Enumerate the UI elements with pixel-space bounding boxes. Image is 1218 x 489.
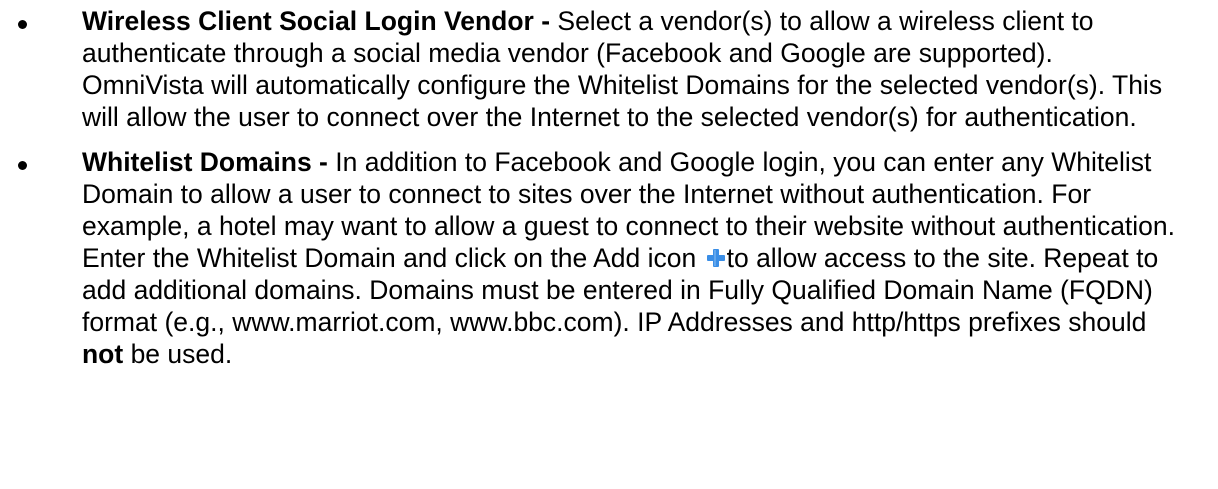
bullet-icon [18, 161, 27, 170]
emphasis-not: not [82, 339, 124, 369]
document-page: Wireless Client Social Login Vendor - Se… [0, 0, 1218, 489]
term-social-login-vendor: Wireless Client Social Login Vendor - [82, 6, 551, 36]
description-whitelist-domains-end: be used. [123, 339, 233, 369]
add-plus-icon [706, 248, 726, 268]
list-item-social-login-vendor: Wireless Client Social Login Vendor - Se… [0, 0, 1218, 133]
term-whitelist-domains: Whitelist Domains - [82, 147, 328, 177]
bullet-icon [18, 20, 27, 29]
list-item-whitelist-domains: Whitelist Domains - In addition to Faceb… [0, 146, 1218, 370]
bullet-list: Wireless Client Social Login Vendor - Se… [0, 0, 1218, 370]
